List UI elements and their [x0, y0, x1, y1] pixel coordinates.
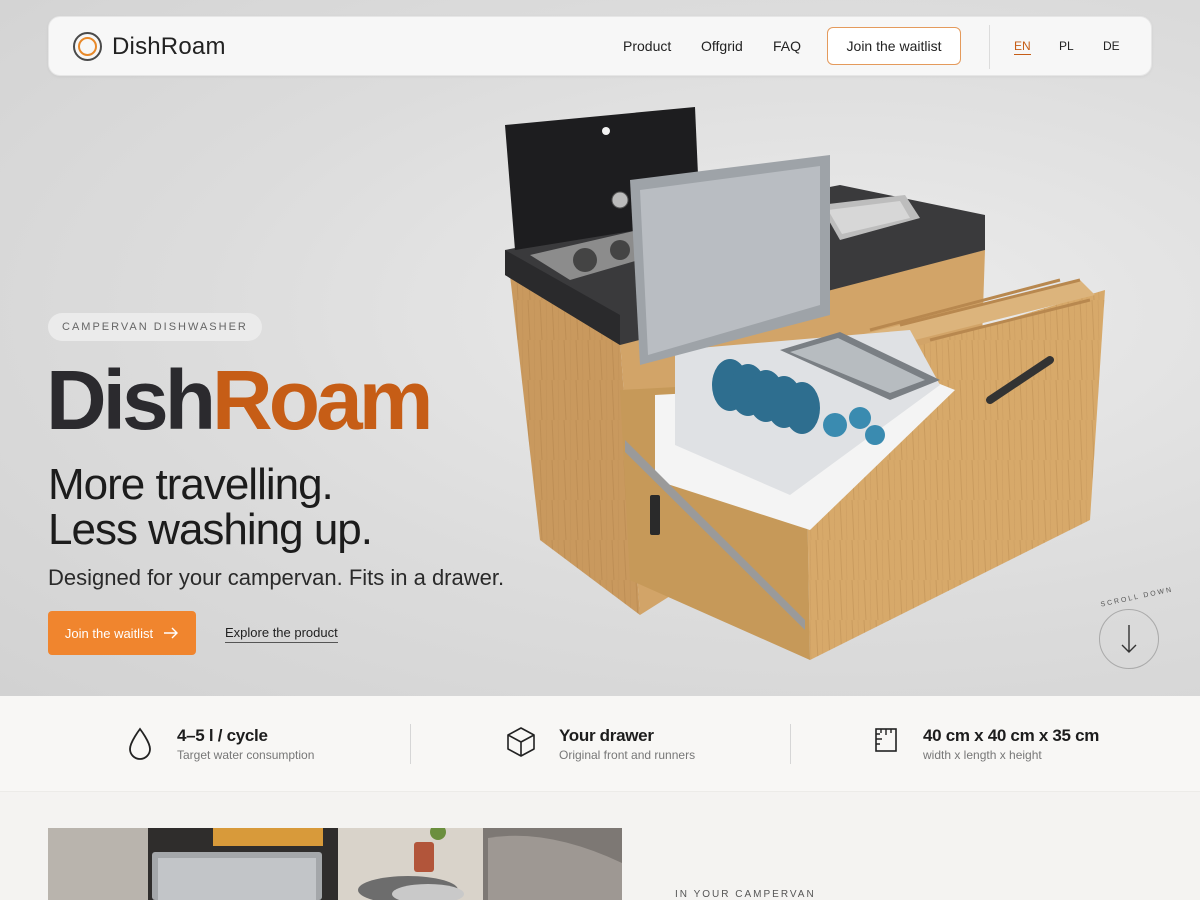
nav-join-waitlist-button[interactable]: Join the waitlist [827, 27, 961, 65]
dishwasher-drawer-image [505, 107, 1105, 660]
hero-tagline: More travelling. Less washing up. [48, 460, 373, 554]
specs-bar: 4–5 l / cycle Target water consumption Y… [0, 696, 1200, 792]
tagline-line-1: More travelling. [48, 460, 334, 509]
logo[interactable]: DishRoam [73, 32, 226, 61]
lang-de[interactable]: DE [1103, 39, 1120, 53]
hero-title: DishRoam [46, 352, 433, 448]
water-drop-icon [129, 727, 151, 760]
lang-pl[interactable]: PL [1059, 39, 1074, 53]
spec-drawer-title: Your drawer [559, 726, 654, 745]
explore-product-link[interactable]: Explore the product [225, 625, 338, 643]
logo-ring-icon [73, 32, 102, 61]
nav-link-product[interactable]: Product [623, 38, 671, 54]
campervan-kitchen-photo [48, 828, 622, 900]
hero-title-roam: Roam [212, 353, 433, 447]
spec-water-subtitle: Target water consumption [177, 748, 315, 762]
section-eyebrow: IN YOUR CAMPERVAN [675, 889, 816, 900]
hero-eyebrow-badge: CAMPERVAN DISHWASHER [48, 313, 262, 341]
hero-join-waitlist-button[interactable]: Join the waitlist [48, 611, 196, 655]
spec-dimensions-title: 40 cm x 40 cm x 35 cm [923, 726, 1100, 745]
box-icon [507, 727, 535, 757]
lang-en[interactable]: EN [1014, 39, 1031, 55]
spec-water-title: 4–5 l / cycle [177, 726, 268, 745]
spec-drawer: Your drawer Original front and runners [411, 696, 791, 792]
scroll-down-button[interactable] [1099, 609, 1159, 669]
spec-dimensions: 40 cm x 40 cm x 35 cm width x length x h… [791, 696, 1200, 792]
nav-link-offgrid[interactable]: Offgrid [701, 38, 743, 54]
hero-join-waitlist-label: Join the waitlist [64, 625, 154, 641]
navbar: DishRoam Product Offgrid FAQ Join the wa… [48, 16, 1152, 76]
arrow-down-icon [1121, 625, 1137, 653]
spec-water: 4–5 l / cycle Target water consumption [0, 696, 410, 792]
arrow-right-icon [164, 627, 179, 639]
spec-drawer-subtitle: Original front and runners [559, 748, 696, 762]
logo-text: DishRoam [112, 32, 226, 60]
hero-subline: Designed for your campervan. Fits in a d… [48, 565, 505, 590]
nav-link-faq[interactable]: FAQ [773, 38, 801, 54]
tagline-line-2: Less washing up. [48, 505, 373, 554]
spec-dimensions-subtitle: width x length x height [923, 748, 1042, 762]
nav-divider [989, 25, 990, 69]
hero-section: DishRoam Product Offgrid FAQ Join the wa… [0, 0, 1200, 696]
campervan-photo-image [48, 828, 622, 900]
hero-title-dish: Dish [46, 353, 216, 447]
ruler-icon [875, 728, 897, 752]
